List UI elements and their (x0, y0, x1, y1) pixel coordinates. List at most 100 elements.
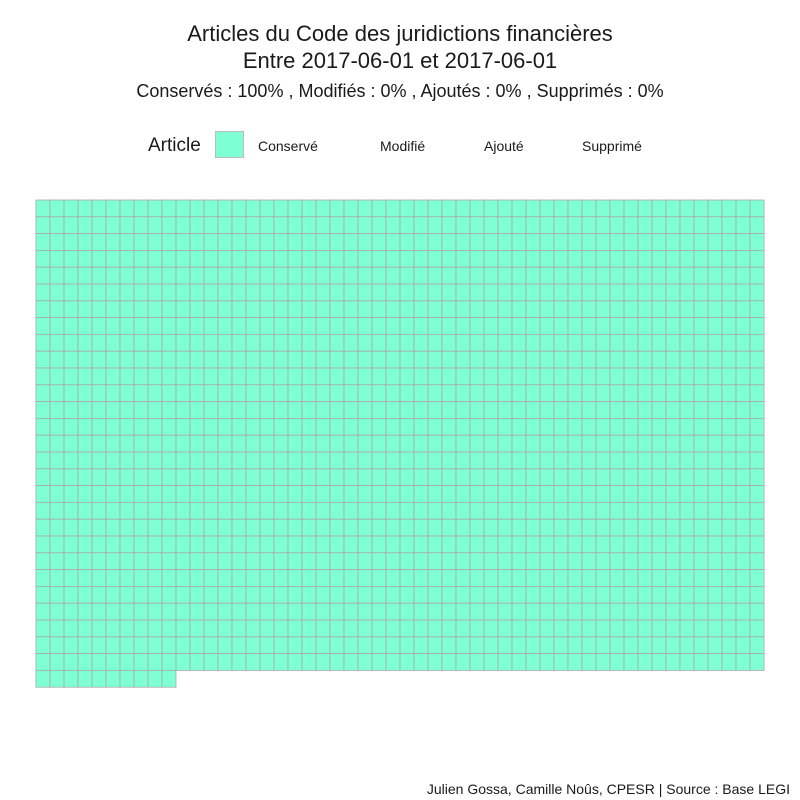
waffle-cell (735, 653, 751, 671)
waffle-cell (259, 552, 275, 570)
waffle-cell (399, 401, 415, 419)
waffle-cell (609, 602, 625, 621)
waffle-cell (707, 384, 723, 402)
waffle-cell (483, 569, 499, 587)
waffle-cell (147, 199, 163, 218)
waffle-cell (693, 636, 709, 654)
waffle-cell (77, 233, 93, 251)
waffle-cell (637, 367, 653, 386)
waffle-cell (259, 216, 275, 235)
waffle-cell (49, 401, 65, 419)
waffle-cell (315, 283, 331, 302)
waffle-cell (483, 367, 499, 386)
waffle-cell (483, 501, 499, 520)
waffle-cell (315, 586, 331, 604)
waffle-cell (91, 350, 107, 369)
waffle-cell (427, 569, 443, 587)
waffle-cell (301, 417, 317, 436)
waffle-cell (707, 417, 723, 436)
waffle-cell (595, 485, 611, 503)
waffle-cell (483, 619, 499, 638)
waffle-cell (595, 501, 611, 520)
waffle-cell (287, 317, 303, 335)
waffle-cell (287, 434, 303, 453)
waffle-cell (483, 653, 499, 671)
waffle-cell (231, 283, 247, 302)
waffle-cell (189, 233, 205, 251)
waffle-cell (385, 233, 401, 251)
waffle-cell (623, 569, 639, 587)
waffle-cell (637, 501, 653, 520)
waffle-cell (49, 216, 65, 235)
waffle-cell (77, 283, 93, 302)
waffle-cell (399, 535, 415, 554)
waffle-cell (217, 249, 233, 268)
waffle-cell (483, 249, 499, 268)
waffle-cell (581, 417, 597, 436)
waffle-cell (35, 367, 51, 386)
waffle-cell (217, 586, 233, 604)
waffle-cell (721, 317, 737, 335)
waffle-cell (623, 216, 639, 235)
waffle-cell (245, 401, 261, 419)
waffle-cell (91, 602, 107, 621)
waffle-cell (63, 233, 79, 251)
waffle-cell (189, 535, 205, 554)
waffle-cell (245, 317, 261, 335)
waffle-cell (343, 535, 359, 554)
waffle-cell (189, 518, 205, 537)
waffle-cell (385, 249, 401, 268)
waffle-cell (119, 451, 135, 470)
waffle-cell (679, 300, 695, 318)
waffle-cell (301, 451, 317, 470)
waffle-cell (77, 417, 93, 436)
waffle-cell (511, 636, 527, 654)
waffle-cell (749, 636, 765, 654)
waffle-cell (707, 333, 723, 352)
waffle-cell (287, 552, 303, 570)
waffle-cell (707, 636, 723, 654)
waffle-cell (749, 266, 765, 285)
waffle-cell (259, 199, 275, 218)
waffle-cell (525, 216, 541, 235)
waffle-cell (49, 485, 65, 503)
waffle-cell (161, 317, 177, 335)
waffle-cell (637, 636, 653, 654)
waffle-cell (609, 535, 625, 554)
waffle-cell (175, 300, 191, 318)
waffle-cell (511, 233, 527, 251)
waffle-cell (581, 199, 597, 218)
waffle-cell (119, 569, 135, 587)
waffle-cell (399, 300, 415, 318)
waffle-cell (511, 501, 527, 520)
waffle-cell (553, 552, 569, 570)
waffle-cell (693, 317, 709, 335)
waffle-cell (371, 350, 387, 369)
waffle-cell (651, 384, 667, 402)
waffle-cell (259, 451, 275, 470)
waffle-cell (455, 300, 471, 318)
waffle-cell (357, 216, 373, 235)
waffle-cell (371, 266, 387, 285)
waffle-cell (357, 199, 373, 218)
waffle-cell (259, 619, 275, 638)
waffle-cell (455, 535, 471, 554)
waffle-cell (497, 216, 513, 235)
waffle-cell (217, 300, 233, 318)
waffle-cell (161, 417, 177, 436)
waffle-cell (441, 283, 457, 302)
waffle-cell (385, 401, 401, 419)
waffle-cell (553, 367, 569, 386)
waffle-cell (455, 485, 471, 503)
waffle-cell (455, 451, 471, 470)
waffle-cell (371, 317, 387, 335)
waffle-cell (343, 653, 359, 671)
waffle-cell (553, 501, 569, 520)
waffle-cell (525, 535, 541, 554)
waffle-cell (721, 586, 737, 604)
waffle-cell (287, 384, 303, 402)
waffle-cell (133, 670, 149, 688)
waffle-cell (175, 384, 191, 402)
waffle-cell (539, 501, 555, 520)
waffle-cell (497, 367, 513, 386)
